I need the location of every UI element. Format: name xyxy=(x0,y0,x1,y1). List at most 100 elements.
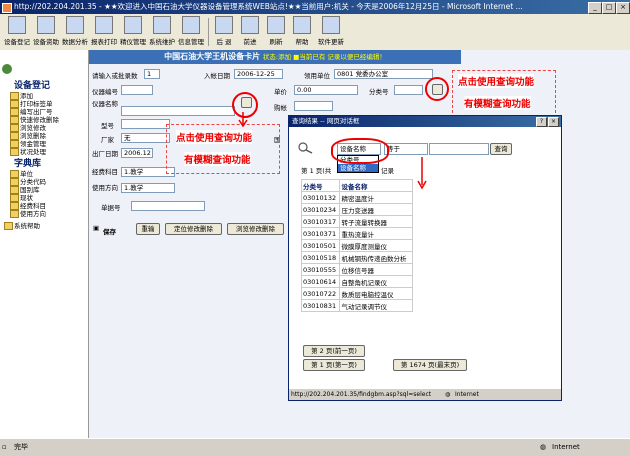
dialog-zone-icon: ◍ xyxy=(445,391,451,398)
left-arrow-icon xyxy=(238,112,248,128)
toolbar-info[interactable]: 信息管理 xyxy=(177,16,205,48)
toolbar-analysis[interactable]: 数据分析 xyxy=(61,16,89,48)
sidebar-tree: 设备登记 添加 打印标签单 编写出厂号 快速修改删除 浏览修改 浏览删除 领金管… xyxy=(0,50,89,438)
operator-select[interactable]: 等于 xyxy=(384,143,428,155)
col-name-header: 设备名称 xyxy=(339,179,413,192)
toolbar-maintenance[interactable]: 系统维护 xyxy=(148,16,176,48)
toolbar-refresh[interactable]: 刷新 xyxy=(264,16,288,48)
update-icon xyxy=(322,16,340,34)
dialog-titlebar: 查询结果 -- 网页对话框 ? × xyxy=(289,116,561,127)
search-input[interactable] xyxy=(429,143,489,155)
main-toolbar: 设备登记 设备资助 数据分析 报表打印 精仪管理 系统维护 信息管理 后 退 前… xyxy=(0,14,630,51)
search-glass-icon xyxy=(298,142,313,154)
funding-icon xyxy=(37,16,55,34)
col-code-header: 分类号 xyxy=(300,179,341,192)
maximize-button[interactable]: □ xyxy=(602,2,616,14)
entry-date-input[interactable]: 2006-12-25 xyxy=(234,69,283,79)
analysis-icon xyxy=(66,16,84,34)
table-row[interactable]: 03010614 自整角机记录仪 xyxy=(300,275,413,288)
device-name-input[interactable] xyxy=(121,106,235,116)
back-icon xyxy=(215,16,233,34)
dialog-body: 设备名称 等于 查询 分类号 设备名称 第 1 页(共 记录 分类号 设备名称 0… xyxy=(289,127,561,389)
doc-no-input[interactable] xyxy=(131,201,205,211)
factory-date-input[interactable]: 2006.12 xyxy=(121,148,153,158)
table-row[interactable]: 03010722 数质层电脑控温仪 xyxy=(300,287,413,300)
toolbar-update[interactable]: 软件更新 xyxy=(316,16,346,48)
toolbar-register[interactable]: 设备登记 xyxy=(3,16,31,48)
table-row[interactable]: 03010132 精密温度计 xyxy=(300,191,413,204)
dialog-help-button[interactable]: ? xyxy=(536,117,547,127)
funding-label: 经费科目 xyxy=(92,168,118,176)
tree-item-direction[interactable]: 使用方向 xyxy=(10,208,46,218)
toolbar-forward[interactable]: 前进 xyxy=(238,16,262,48)
table-row[interactable]: 03010518 机械钢热传递函数分析 xyxy=(300,251,413,264)
prev-page-button[interactable]: 第 2 页(前一页) xyxy=(303,345,365,357)
table-row[interactable]: 03010831 气动记录调节仪 xyxy=(300,299,413,312)
first-page-button[interactable]: 第 1 页(第一页) xyxy=(303,359,365,371)
factory-date-label: 出厂日期 xyxy=(92,150,118,158)
ie-icon xyxy=(2,3,12,13)
search-dialog: 查询结果 -- 网页对话框 ? × 设备名称 等于 查询 分类号 设备名称 第 … xyxy=(288,115,562,401)
table-row[interactable]: 03010555 位移信号器 xyxy=(300,263,413,276)
close-button[interactable]: × xyxy=(616,2,630,14)
help-icon xyxy=(293,16,311,34)
price-label: 单价 xyxy=(274,88,287,96)
page-info: 第 1 页(共 xyxy=(301,167,332,175)
category-label: 分类号 xyxy=(369,88,389,96)
table-row[interactable]: 03010234 压力变送器 xyxy=(300,203,413,216)
toolbar-back[interactable]: 后 退 xyxy=(212,16,236,48)
refresh-icon xyxy=(267,16,285,34)
doc-no-label: 单据号 xyxy=(101,204,121,212)
category-input[interactable] xyxy=(394,85,423,95)
model-label: 型号 xyxy=(101,122,114,130)
factory-label: 厂家 xyxy=(101,136,114,144)
tree-item-help[interactable]: 系统帮助 xyxy=(4,220,40,230)
window-titlebar: http://202.204.201.35 - ★★欢迎进入中国石油大学仪器设备… xyxy=(0,0,630,14)
save-icon: ▣ xyxy=(93,224,100,232)
window-title: http://202.204.201.35 - ★★欢迎进入中国石油大学仪器设备… xyxy=(14,2,523,11)
last-page-button[interactable]: 第 1674 页(最末页) xyxy=(393,359,467,371)
device-no-input[interactable] xyxy=(121,85,153,95)
toolbar-precision[interactable]: 精仪管理 xyxy=(119,16,147,48)
register-icon xyxy=(8,16,26,34)
dialog-close-button[interactable]: × xyxy=(548,117,559,127)
buyer-input[interactable] xyxy=(294,101,333,111)
direction-label: 使用方向 xyxy=(92,184,118,192)
tree-item-status[interactable]: 状况处理 xyxy=(10,146,46,156)
table-row[interactable]: 03010501 微膜厚度测量仪 xyxy=(300,239,413,252)
unit-label: 领用单位 xyxy=(304,72,330,80)
direction-select[interactable]: 1.教学 xyxy=(121,183,175,193)
model-input[interactable] xyxy=(121,119,170,129)
maintenance-icon xyxy=(153,16,171,34)
save-button[interactable]: 保存 xyxy=(103,226,116,236)
toolbar-help[interactable]: 帮助 xyxy=(290,16,314,48)
left-annotation-line2: 有模糊查询功能 xyxy=(184,152,251,166)
buyer-label: 购帐 xyxy=(274,104,287,112)
dialog-status-zone: Internet xyxy=(455,391,479,398)
reset-button[interactable]: 重输 xyxy=(136,223,160,235)
toolbar-separator xyxy=(208,18,209,46)
minimize-button[interactable]: _ xyxy=(588,2,602,14)
toolbar-print[interactable]: 报表打印 xyxy=(90,16,118,48)
right-circle-highlight xyxy=(425,77,449,101)
dialog-statusbar: http://202.204.201.35/findgbm.asp?sql=se… xyxy=(289,389,561,400)
dropdown-option-name[interactable]: 设备名称 xyxy=(338,164,378,172)
table-row[interactable]: 03010317 转子流量转换器 xyxy=(300,215,413,228)
page-icon: ▫ xyxy=(2,443,7,451)
entry-count-input[interactable]: 1 xyxy=(144,69,160,79)
search-button[interactable]: 查询 xyxy=(490,143,512,155)
down-arrow-icon xyxy=(417,157,427,190)
factory-input[interactable]: 无 xyxy=(121,133,170,143)
table-row[interactable]: 03010371 重热流量计 xyxy=(300,227,413,240)
entry-count-label: 请输入或批录数 xyxy=(92,72,138,80)
unit-select[interactable]: 0801 党委办公室 xyxy=(334,69,433,79)
globe-icon xyxy=(2,64,12,74)
right-annotation-line1: 点击使用查询功能 xyxy=(458,74,535,88)
zone-icon: ◍ xyxy=(540,443,547,451)
browse-edit-button[interactable]: 浏览修改删除 xyxy=(227,223,284,235)
locate-edit-button[interactable]: 定位修改删除 xyxy=(165,223,222,235)
status-zone: Internet xyxy=(552,443,580,451)
toolbar-funding[interactable]: 设备资助 xyxy=(32,16,60,48)
device-name-label: 仪器名称 xyxy=(92,100,118,108)
price-input[interactable]: 0.00 xyxy=(294,85,358,95)
